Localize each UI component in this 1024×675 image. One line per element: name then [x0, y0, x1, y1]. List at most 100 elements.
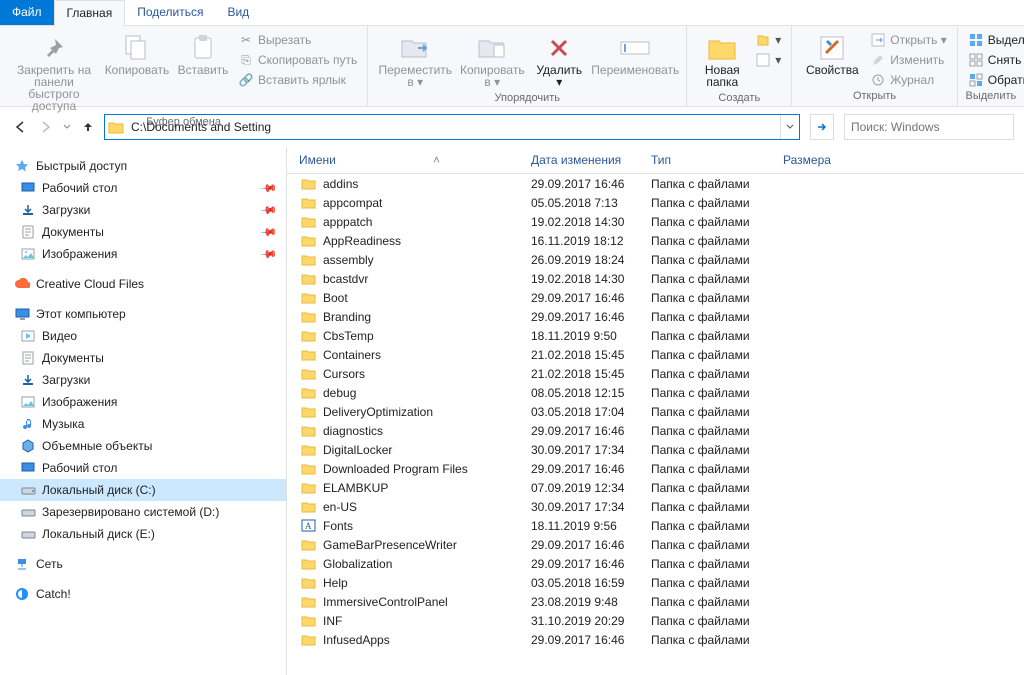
history-button[interactable]: Журнал	[866, 70, 950, 90]
sidebar-music[interactable]: Музыка	[0, 413, 286, 435]
moveto-button[interactable]: Переместить в ▾	[374, 28, 456, 92]
tab-share[interactable]: Поделиться	[125, 0, 215, 25]
file-row[interactable]: Boot29.09.2017 16:46Папка с файлами	[287, 288, 1024, 307]
sidebar-downloads[interactable]: Загрузки 📌	[0, 199, 286, 221]
ribbon-group-open: Свойства Открыть ▾ Изменить	[792, 26, 957, 106]
copyto-button[interactable]: Копировать в ▾	[456, 28, 528, 92]
search-input[interactable]	[845, 120, 1013, 134]
sidebar-documents[interactable]: Документы 📌	[0, 221, 286, 243]
file-row[interactable]: Downloaded Program Files29.09.2017 16:46…	[287, 459, 1024, 478]
music-icon	[20, 416, 36, 432]
header-name[interactable]: Имени ˄	[299, 153, 531, 167]
file-row[interactable]: Globalization29.09.2017 16:46Папка с фай…	[287, 554, 1024, 573]
folder-icon	[299, 632, 317, 648]
file-name: DigitalLocker	[323, 443, 392, 457]
file-name: addins	[323, 177, 358, 191]
address-dropdown-icon[interactable]	[780, 115, 799, 139]
file-name: ImmersiveControlPanel	[323, 595, 448, 609]
pin-to-quick-button[interactable]: Закрепить на панели быстрого доступа	[6, 28, 102, 116]
sidebar-3d[interactable]: Объемные объекты	[0, 435, 286, 457]
file-row[interactable]: Branding29.09.2017 16:46Папка с файлами	[287, 307, 1024, 326]
select-invert-button[interactable]: Обратить выделение	[964, 70, 1024, 90]
delete-button[interactable]: Удалить ▾	[528, 28, 590, 92]
file-row[interactable]: InfusedApps29.09.2017 16:46Папка с файла…	[287, 630, 1024, 649]
address-bar[interactable]: C:\Documents and Setting	[104, 114, 800, 140]
sidebar-thispc[interactable]: Этот компьютер	[0, 303, 286, 325]
tab-view[interactable]: Вид	[215, 0, 261, 25]
new-folder-button[interactable]: Новая папка	[693, 28, 751, 92]
sidebar-desktop2[interactable]: Рабочий стол	[0, 457, 286, 479]
edit-button[interactable]: Изменить	[866, 50, 950, 70]
rename-label: Переименовать	[591, 64, 679, 76]
sidebar-network[interactable]: Сеть	[0, 553, 286, 575]
sidebar-drive-c[interactable]: Локальный диск (C:)	[0, 479, 286, 501]
back-button[interactable]	[10, 117, 30, 137]
file-row[interactable]: debug08.05.2018 12:15Папка с файлами	[287, 383, 1024, 402]
desktop-label: Рабочий стол	[42, 181, 117, 195]
up-button[interactable]	[78, 117, 98, 137]
file-row[interactable]: DeliveryOptimization03.05.2018 17:04Папк…	[287, 402, 1024, 421]
file-type: Папка с файлами	[651, 443, 783, 457]
sidebar-ccf[interactable]: Creative Cloud Files	[0, 273, 286, 295]
file-row[interactable]: diagnostics29.09.2017 16:46Папка с файла…	[287, 421, 1024, 440]
file-row[interactable]: ELAMBKUP07.09.2019 12:34Папка с файлами	[287, 478, 1024, 497]
file-row[interactable]: assembly26.09.2019 18:24Папка с файлами	[287, 250, 1024, 269]
new-item-button[interactable]: ▾	[751, 30, 785, 50]
properties-button[interactable]: Свойства	[798, 28, 866, 80]
paste-shortcut-button[interactable]: 🔗 Вставить ярлык	[234, 70, 361, 90]
file-row[interactable]: bcastdvr19.02.2018 14:30Папка с файлами	[287, 269, 1024, 288]
easy-access-button[interactable]: ▾	[751, 50, 785, 70]
copy-path-button[interactable]: ⎘ Скопировать путь	[234, 50, 361, 70]
select-none-button[interactable]: Снять выделение	[964, 50, 1024, 70]
moveto-label: Переместить в ▾	[379, 64, 453, 88]
go-button[interactable]	[810, 114, 834, 140]
header-date[interactable]: Дата изменения	[531, 153, 651, 167]
sidebar-desktop[interactable]: Рабочий стол 📌	[0, 177, 286, 199]
sidebar-catch[interactable]: Catch!	[0, 583, 286, 605]
file-row[interactable]: INF31.10.2019 20:29Папка с файлами	[287, 611, 1024, 630]
file-row[interactable]: Cursors21.02.2018 15:45Папка с файлами	[287, 364, 1024, 383]
sidebar-pictures2[interactable]: Изображения	[0, 391, 286, 413]
file-date: 31.10.2019 20:29	[531, 614, 651, 628]
rename-icon	[620, 32, 650, 64]
header-size[interactable]: Размера	[783, 153, 863, 167]
file-row[interactable]: CbsTemp18.11.2019 9:50Папка с файлами	[287, 326, 1024, 345]
recent-locations-button[interactable]	[62, 117, 72, 137]
file-row[interactable]: AFonts18.11.2019 9:56Папка с файлами	[287, 516, 1024, 535]
file-date: 29.09.2017 16:46	[531, 557, 651, 571]
tab-file[interactable]: Файл	[0, 0, 54, 25]
sidebar-documents2[interactable]: Документы	[0, 347, 286, 369]
drive-icon	[20, 526, 36, 542]
file-row[interactable]: Help03.05.2018 16:59Папка с файлами	[287, 573, 1024, 592]
file-row[interactable]: Containers21.02.2018 15:45Папка с файлам…	[287, 345, 1024, 364]
sidebar-videos[interactable]: Видео	[0, 325, 286, 347]
file-row[interactable]: DigitalLocker30.09.2017 17:34Папка с фай…	[287, 440, 1024, 459]
folder-icon	[299, 252, 317, 268]
sidebar-downloads2[interactable]: Загрузки	[0, 369, 286, 391]
header-type[interactable]: Тип	[651, 153, 783, 167]
file-row[interactable]: apppatch19.02.2018 14:30Папка с файлами	[287, 212, 1024, 231]
tab-home[interactable]: Главная	[54, 0, 126, 27]
file-date: 21.02.2018 15:45	[531, 367, 651, 381]
file-row[interactable]: addins29.09.2017 16:46Папка с файлами	[287, 174, 1024, 193]
sidebar-pictures[interactable]: Изображения 📌	[0, 243, 286, 265]
forward-button[interactable]	[36, 117, 56, 137]
file-row[interactable]: ImmersiveControlPanel23.08.2019 9:48Папк…	[287, 592, 1024, 611]
open-button[interactable]: Открыть ▾	[866, 30, 950, 50]
select-all-button[interactable]: Выделить все	[964, 30, 1024, 50]
quick-access[interactable]: Быстрый доступ	[0, 155, 286, 177]
search-box[interactable]	[844, 114, 1014, 140]
file-date: 29.09.2017 16:46	[531, 424, 651, 438]
quick-label: Быстрый доступ	[36, 159, 127, 173]
rename-button[interactable]: Переименовать	[590, 28, 680, 80]
file-row[interactable]: GameBarPresenceWriter29.09.2017 16:46Пап…	[287, 535, 1024, 554]
cut-button[interactable]: ✂ Вырезать	[234, 30, 361, 50]
paste-button[interactable]: Вставить	[172, 28, 234, 80]
sidebar-drive-d[interactable]: Зарезервировано системой (D:)	[0, 501, 286, 523]
file-row[interactable]: en-US30.09.2017 17:34Папка с файлами	[287, 497, 1024, 516]
sidebar-drive-e[interactable]: Локальный диск (E:)	[0, 523, 286, 545]
header-name-label: Имени	[299, 153, 336, 167]
file-row[interactable]: appcompat05.05.2018 7:13Папка с файлами	[287, 193, 1024, 212]
copy-button[interactable]: Копировать	[102, 28, 172, 80]
file-row[interactable]: AppReadiness16.11.2019 18:12Папка с файл…	[287, 231, 1024, 250]
